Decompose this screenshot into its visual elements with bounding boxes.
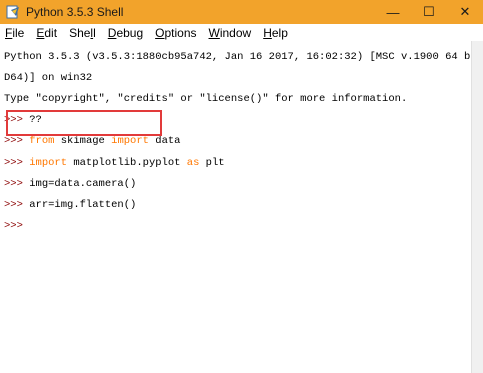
input-line-current: >>> xyxy=(4,221,470,232)
window-title: Python 3.5.3 Shell xyxy=(26,5,124,19)
close-icon: ✕ xyxy=(459,4,471,19)
maximize-button[interactable]: ☐ xyxy=(411,0,447,24)
menu-shell[interactable]: Shell xyxy=(63,26,102,40)
red-highlight-annotation xyxy=(6,110,162,136)
banner-line-2: D64)] on win32 xyxy=(4,71,93,84)
menu-debug[interactable]: Debug xyxy=(102,26,149,40)
title-bar[interactable]: Python 3.5.3 Shell — ☐ ✕ xyxy=(0,0,483,24)
input-line: >>> img=data.camera() xyxy=(4,177,137,190)
prompt: >>> xyxy=(4,198,30,211)
menu-edit[interactable]: Edit xyxy=(30,26,63,40)
close-button[interactable]: ✕ xyxy=(447,0,483,24)
python-idle-icon xyxy=(6,5,20,19)
maximize-icon: ☐ xyxy=(423,4,435,19)
prompt: >>> xyxy=(4,220,30,233)
input-line: >>> import matplotlib.pyplot as plt xyxy=(4,156,225,169)
shell-text-area[interactable]: Python 3.5.3 (v3.5.3:1880cb95a742, Jan 1… xyxy=(0,41,470,373)
input-line: >>> from skimage import data xyxy=(4,135,181,148)
menu-file[interactable]: File xyxy=(0,26,30,40)
banner-line-1: Python 3.5.3 (v3.5.3:1880cb95a742, Jan 1… xyxy=(4,50,470,63)
prompt: >>> xyxy=(4,177,30,190)
menu-bar: File Edit Shell Debug Options Window Hel… xyxy=(0,24,483,41)
input-line: >>> arr=img.flatten() xyxy=(4,198,137,211)
banner-line-3: Type "copyright", "credits" or "license(… xyxy=(4,92,408,105)
prompt: >>> xyxy=(4,156,30,169)
menu-help[interactable]: Help xyxy=(257,26,294,40)
menu-window[interactable]: Window xyxy=(203,26,258,40)
minimize-icon: — xyxy=(386,4,400,20)
prompt: >>> xyxy=(4,135,30,148)
menu-options[interactable]: Options xyxy=(149,26,202,40)
vertical-scrollbar[interactable] xyxy=(471,41,483,373)
minimize-button[interactable]: — xyxy=(375,0,411,24)
